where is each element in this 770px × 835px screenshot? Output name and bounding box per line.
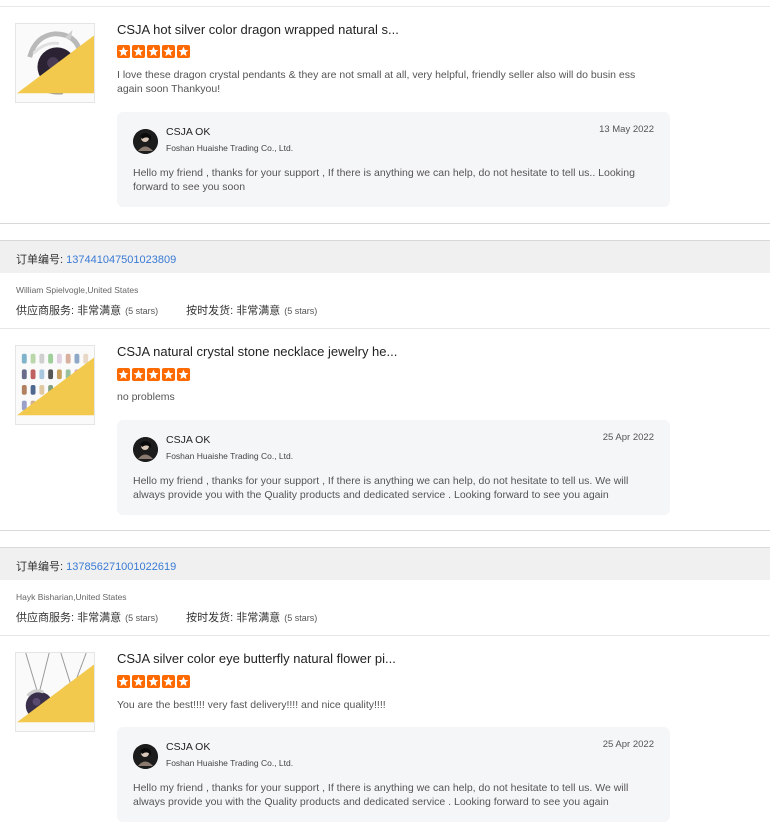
shipping-rating-label: 按时发货: 非常满意: [186, 612, 281, 624]
star-icon: [177, 45, 190, 58]
seller-name: CSJA OK: [166, 741, 211, 753]
order-number-link[interactable]: 137441047501023809: [66, 254, 176, 266]
shipping-rating-stars: (5 stars): [284, 613, 318, 623]
row-divider: [0, 328, 770, 329]
seller-avatar: [133, 437, 158, 462]
star-icon: [117, 675, 130, 688]
star-icon: [132, 45, 145, 58]
supplier-rating-label: 供应商服务: 非常满意: [16, 305, 122, 317]
reply-text: Hello my friend , thanks for your suppor…: [133, 167, 635, 193]
rating-stars: [117, 45, 190, 58]
star-icon: [132, 368, 145, 381]
rating-stars: [117, 675, 190, 688]
seller-avatar: [133, 744, 158, 769]
reply-date: 25 Apr 2022: [602, 432, 654, 443]
seller-reply: CSJA OK Foshan Huaishe Trading Co., Ltd.…: [117, 112, 670, 207]
order-header: 订单编号: 137856271001022619: [0, 547, 770, 580]
seller-company: Foshan Huaishe Trading Co., Ltd.: [166, 451, 294, 461]
badge-icon: [17, 357, 94, 416]
review-comment: You are the best!!!! very fast delivery!…: [117, 699, 386, 711]
star-icon: [117, 45, 130, 58]
shipping-rating-label: 按时发货: 非常满意: [186, 305, 281, 317]
product-title[interactable]: CSJA hot silver color dragon wrapped nat…: [117, 22, 399, 37]
product-thumbnail-dragon[interactable]: [15, 23, 95, 103]
supplier-rating-label: 供应商服务: 非常满意: [16, 612, 122, 624]
supplier-rating-stars: (5 stars): [125, 306, 159, 316]
star-icon: [132, 675, 145, 688]
order-label-text: 订单编号:: [16, 561, 64, 573]
service-ratings: 供应商服务: 非常满意 (5 stars) 按时发货: 非常满意 (5 stars): [16, 302, 317, 318]
reply-text: Hello my friend , thanks for your suppor…: [133, 475, 629, 501]
buyer-name: Hayk Bisharian,United States: [16, 592, 127, 602]
badge-icon: [17, 664, 94, 723]
product-title[interactable]: CSJA silver color eye butterfly natural …: [117, 651, 396, 666]
seller-company: Foshan Huaishe Trading Co., Ltd.: [166, 758, 294, 768]
service-ratings: 供应商服务: 非常满意 (5 stars) 按时发货: 非常满意 (5 stars): [16, 609, 317, 625]
seller-reply: CSJA OK Foshan Huaishe Trading Co., Ltd.…: [117, 420, 670, 515]
seller-name: CSJA OK: [166, 126, 211, 138]
product-title[interactable]: CSJA natural crystal stone necklace jewe…: [117, 344, 397, 359]
badge-icon: [17, 35, 94, 94]
seller-reply: CSJA OK Foshan Huaishe Trading Co., Ltd.…: [117, 727, 670, 822]
rating-stars: [117, 368, 190, 381]
section-divider: [0, 223, 770, 224]
supplier-rating-stars: (5 stars): [125, 613, 159, 623]
reply-text: Hello my friend , thanks for your suppor…: [133, 782, 629, 808]
star-icon: [162, 368, 175, 381]
order-label-text: 订单编号:: [16, 254, 64, 266]
reply-date: 25 Apr 2022: [602, 739, 654, 750]
review-comment: I love these dragon crystal pendants & t…: [117, 69, 636, 95]
star-icon: [117, 368, 130, 381]
star-icon: [177, 368, 190, 381]
reply-date: 13 May 2022: [599, 124, 654, 135]
star-icon: [177, 675, 190, 688]
buyer-name: William Spielvogle,United States: [16, 285, 139, 295]
star-icon: [147, 45, 160, 58]
section-divider: [0, 530, 770, 531]
seller-name: CSJA OK: [166, 434, 211, 446]
review-comment: no problems: [117, 391, 175, 403]
order-label: 订单编号: 137856271001022619: [16, 558, 176, 574]
row-divider: [0, 635, 770, 636]
star-icon: [162, 675, 175, 688]
seller-avatar: [133, 129, 158, 154]
star-icon: [162, 45, 175, 58]
star-icon: [147, 368, 160, 381]
order-header: 订单编号: 137441047501023809: [0, 240, 770, 273]
order-label: 订单编号: 137441047501023809: [16, 251, 176, 267]
star-icon: [147, 675, 160, 688]
product-thumbnail-crystals[interactable]: [15, 345, 95, 425]
product-thumbnail-butterfly[interactable]: [15, 652, 95, 732]
shipping-rating-stars: (5 stars): [284, 306, 318, 316]
top-divider: [0, 6, 770, 7]
seller-company: Foshan Huaishe Trading Co., Ltd.: [166, 143, 294, 153]
order-number-link[interactable]: 137856271001022619: [66, 561, 176, 573]
